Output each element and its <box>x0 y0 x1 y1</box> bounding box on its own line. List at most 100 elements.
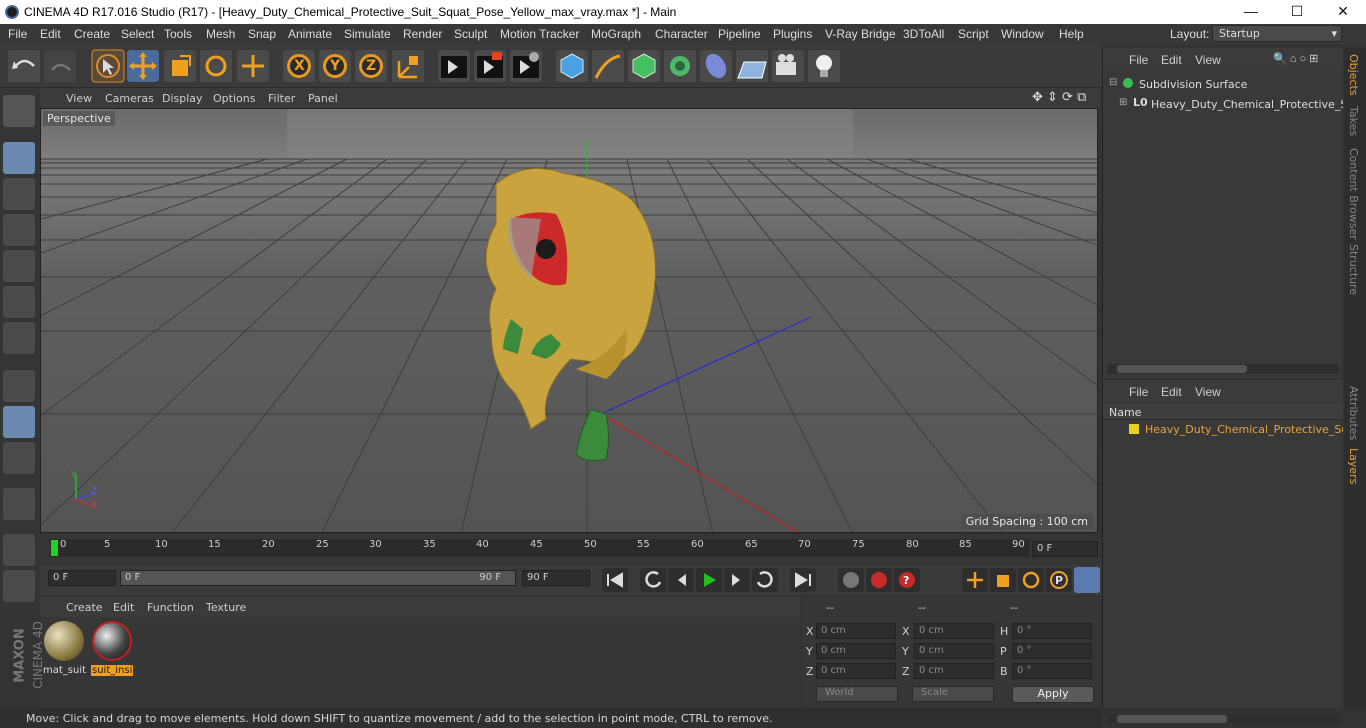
rotation-b-field[interactable]: 0 ° <box>1012 663 1092 679</box>
timeline-window-icon[interactable] <box>1074 567 1100 593</box>
tab-objects[interactable]: Objects <box>1347 54 1360 96</box>
coordinate-mode-select[interactable]: World <box>816 686 898 702</box>
size-mode-select[interactable]: Scale <box>912 686 994 702</box>
snap-icon[interactable] <box>3 442 35 474</box>
x-axis-label[interactable]: X <box>294 58 305 74</box>
position-x-field[interactable]: 0 cm <box>816 623 896 639</box>
menu-select[interactable]: Select <box>121 27 154 41</box>
menu-render[interactable]: Render <box>403 27 442 41</box>
layout-select[interactable]: Startup ▾ <box>1212 25 1342 42</box>
tab-takes[interactable]: Takes <box>1347 106 1360 136</box>
menu-mesh[interactable]: Mesh <box>206 27 235 41</box>
menu-3dtoall[interactable]: 3DToAll <box>903 27 944 41</box>
scrollbar-thumb[interactable] <box>1117 715 1227 723</box>
layer-menu-file[interactable]: File <box>1129 385 1148 399</box>
perspective-viewport[interactable]: Perspective Y Z X Grid Spacing : 100 cm <box>40 108 1098 533</box>
object-manager-tools-icons[interactable]: 🔍 ⌂ ○ ⊞ <box>1273 52 1318 65</box>
expand-icon[interactable]: ⊞ <box>1119 97 1127 108</box>
viewport-menu-options[interactable]: Options <box>213 92 255 105</box>
tree-item[interactable]: ⊟ Subdivision Surface <box>1109 76 1343 94</box>
axis-mode-icon[interactable] <box>3 370 35 402</box>
transport-buttons[interactable]: ? P <box>598 565 1102 595</box>
frame-range-slider[interactable]: 0 F 90 F <box>120 570 516 586</box>
apply-button[interactable]: Apply <box>1012 686 1094 703</box>
material-menu-edit[interactable]: Edit <box>113 601 134 614</box>
viewport-nav-icons[interactable]: ✥ ⇕ ⟳ ⧉ <box>1032 90 1086 105</box>
size-z-field[interactable]: 0 cm <box>914 663 994 679</box>
size-y-field[interactable]: 0 cm <box>914 643 994 659</box>
tab-layers[interactable]: Layers <box>1347 448 1360 484</box>
maximize-button[interactable]: ☐ <box>1274 0 1320 24</box>
menu-window[interactable]: Window <box>1001 27 1044 41</box>
layer-menu-edit[interactable]: Edit <box>1161 385 1182 399</box>
tab-attributes[interactable]: Attributes <box>1347 386 1360 440</box>
end-frame-field[interactable]: 90 F <box>522 570 590 586</box>
menu-animate[interactable]: Animate <box>288 27 332 41</box>
y-axis-label[interactable]: Y <box>330 58 340 74</box>
viewport-menu-cameras[interactable]: Cameras <box>105 92 154 105</box>
menu-vray-bridge[interactable]: V-Ray Bridge <box>825 27 896 41</box>
layer-row[interactable]: Heavy_Duty_Chemical_Protective_Suit_S <box>1111 422 1343 438</box>
current-frame-field[interactable]: 0 F <box>1032 541 1098 557</box>
menu-character[interactable]: Character <box>655 27 708 41</box>
material-item[interactable]: mat_suit <box>42 621 86 679</box>
menu-pipeline[interactable]: Pipeline <box>718 27 761 41</box>
workplane-icon[interactable] <box>3 214 35 246</box>
viewport-menu-panel[interactable]: Panel <box>308 92 338 105</box>
viewport-menu-filter[interactable]: Filter <box>268 92 295 105</box>
viewport-menu-view[interactable]: View <box>66 92 92 105</box>
model-mode-icon[interactable] <box>3 142 35 174</box>
horizontal-scrollbar[interactable] <box>1107 714 1339 724</box>
edges-mode-icon[interactable] <box>3 286 35 318</box>
horizontal-scrollbar[interactable] <box>1107 364 1339 374</box>
viewport-menu-display[interactable]: Display <box>162 92 203 105</box>
z-axis-label[interactable]: Z <box>366 58 376 74</box>
position-y-field[interactable]: 0 cm <box>816 643 896 659</box>
close-button[interactable]: ✕ <box>1320 0 1366 24</box>
menu-motion-tracker[interactable]: Motion Tracker <box>500 27 579 41</box>
menu-script[interactable]: Script <box>958 27 989 41</box>
material-menu-texture[interactable]: Texture <box>206 601 246 614</box>
rotate-icon <box>200 50 232 82</box>
rotation-h-field[interactable]: 0 ° <box>1012 623 1092 639</box>
workplane-lock-icon[interactable] <box>3 534 35 566</box>
menu-mograph[interactable]: MoGraph <box>591 27 641 41</box>
size-x-field[interactable]: 0 cm <box>914 623 994 639</box>
expand-icon[interactable]: ⊟ <box>1109 77 1117 88</box>
menu-help[interactable]: Help <box>1059 27 1084 41</box>
menu-file[interactable]: File <box>8 27 27 41</box>
tweak-mode-icon[interactable] <box>3 406 35 438</box>
timeline-playhead[interactable] <box>51 540 58 556</box>
texture-mode-icon[interactable] <box>3 178 35 210</box>
material-menu-create[interactable]: Create <box>66 601 103 614</box>
grid-snap-icon[interactable] <box>3 570 35 602</box>
tree-item[interactable]: ⊞ L0 Heavy_Duty_Chemical_Protective_Suit… <box>1119 96 1343 114</box>
material-menu-function[interactable]: Function <box>147 601 194 614</box>
tab-structure[interactable]: Structure <box>1347 244 1360 295</box>
menu-plugins[interactable]: Plugins <box>773 27 812 41</box>
material-item[interactable]: suit_insi <box>90 621 134 679</box>
timeline-ruler[interactable]: 0 5 10 15 20 25 30 35 40 45 50 55 60 65 … <box>40 535 1102 565</box>
menu-snap[interactable]: Snap <box>248 27 276 41</box>
scrollbar-thumb[interactable] <box>1117 365 1247 373</box>
make-editable-icon[interactable] <box>3 95 35 127</box>
polygons-mode-icon[interactable] <box>3 322 35 354</box>
tick-label: 20 <box>262 539 275 550</box>
menu-simulate[interactable]: Simulate <box>344 27 391 41</box>
menu-edit[interactable]: Edit <box>40 27 61 41</box>
points-mode-icon[interactable] <box>3 250 35 282</box>
menu-sculpt[interactable]: Sculpt <box>454 27 487 41</box>
layer-color-swatch[interactable] <box>1129 424 1139 434</box>
tab-content-browser[interactable]: Content Browser <box>1347 148 1360 240</box>
object-menu-view[interactable]: View <box>1195 53 1221 67</box>
object-menu-file[interactable]: File <box>1129 53 1148 67</box>
layer-menu-view[interactable]: View <box>1195 385 1221 399</box>
magnet-icon[interactable] <box>3 488 35 520</box>
minimize-button[interactable]: — <box>1228 0 1274 24</box>
menu-create[interactable]: Create <box>74 27 110 41</box>
position-z-field[interactable]: 0 cm <box>816 663 896 679</box>
start-frame-field[interactable]: 0 F <box>48 570 116 586</box>
object-menu-edit[interactable]: Edit <box>1161 53 1182 67</box>
menu-tools[interactable]: Tools <box>164 27 192 41</box>
rotation-p-field[interactable]: 0 ° <box>1012 643 1092 659</box>
